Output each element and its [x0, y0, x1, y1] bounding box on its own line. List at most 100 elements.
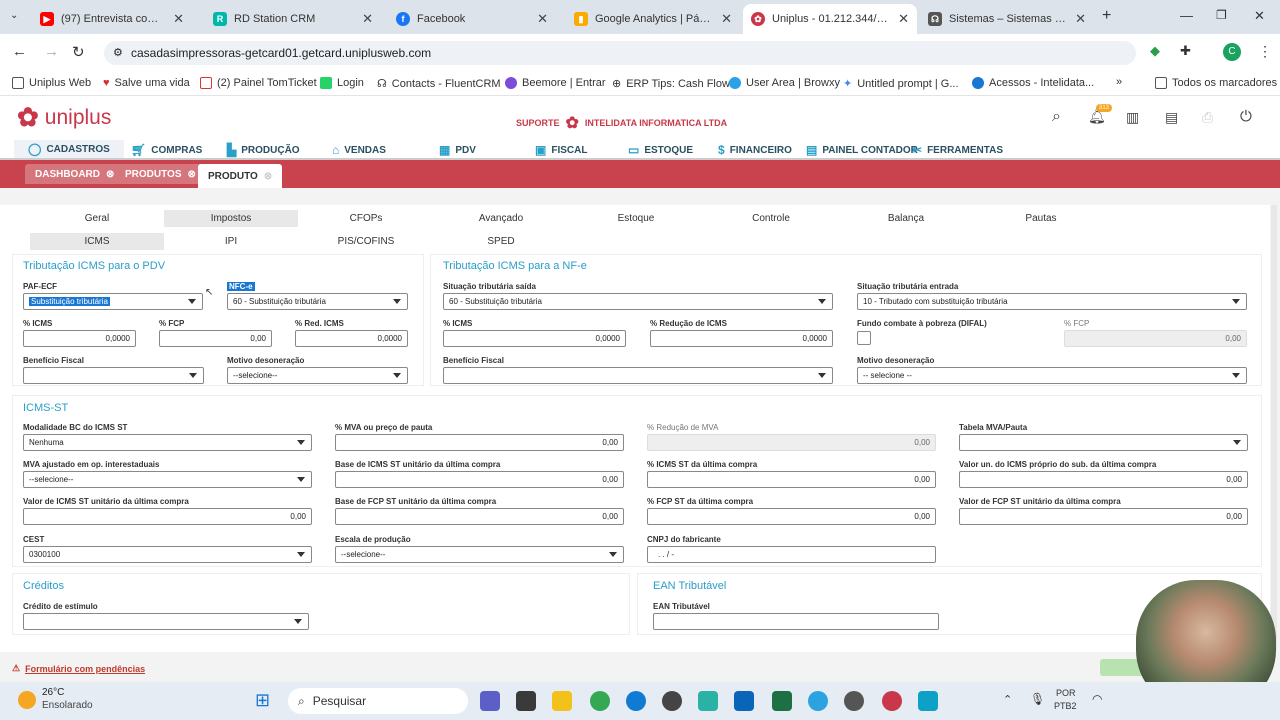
all-bookmarks[interactable]: Todos os marcadores — [1155, 77, 1277, 89]
subtab-pis-cofins[interactable]: PIS/COFINS — [299, 233, 433, 250]
tab-avancado[interactable]: Avançado — [434, 210, 568, 227]
cnpj-input[interactable]: . . / - — [647, 546, 936, 563]
credito-select[interactable] — [23, 613, 309, 630]
browser-tab-uniplus[interactable]: ✿ Uniplus - 01.212.344/0001 ✕ — [743, 4, 917, 34]
dell-icon[interactable] — [844, 691, 864, 711]
store-icon[interactable]: ▤ — [1165, 109, 1178, 126]
browser-tab-rd[interactable]: R RD Station CRM ✕ — [205, 4, 381, 34]
modalidade-select[interactable]: Nenhuma — [23, 434, 312, 451]
tab-estoque[interactable]: Estoque — [569, 210, 703, 227]
menu-vendas[interactable]: ⌂ VENDAS — [332, 143, 386, 157]
extension-icon[interactable]: ◆ — [1150, 43, 1160, 59]
nfe-motivo-select[interactable]: -- selecione -- — [857, 367, 1247, 384]
pdv-icms-input[interactable]: 0,0000 — [23, 330, 136, 347]
scrollbar[interactable] — [1271, 205, 1277, 650]
more-bookmarks-icon[interactable]: » — [1116, 76, 1122, 88]
cest-select[interactable]: 0300100 — [23, 546, 312, 563]
tab-geral[interactable]: Geral — [30, 210, 164, 227]
nfe-red-input[interactable]: 0,0000 — [650, 330, 833, 347]
search-icon[interactable]: ⌕ — [1052, 108, 1061, 126]
tab-produtos[interactable]: PRODUTOS ⊗ — [115, 164, 206, 184]
entrada-select[interactable]: 10 - Tributado com substituição tributár… — [857, 293, 1247, 310]
subtab-ipi[interactable]: IPI — [164, 233, 298, 250]
pdv-motivo-select[interactable]: --selecione-- — [227, 367, 408, 384]
site-info-icon[interactable]: ⚙ — [113, 46, 123, 59]
restore-icon[interactable]: ❐ — [1216, 8, 1227, 22]
basefcp-input[interactable]: 0,00 — [335, 508, 624, 525]
telegram-icon[interactable] — [808, 691, 828, 711]
chart-icon[interactable]: ▥ — [1126, 109, 1139, 126]
lang-primary[interactable]: POR — [1056, 688, 1076, 698]
profile-avatar[interactable]: C — [1223, 43, 1241, 61]
taskbar-search[interactable]: ⌕ Pesquisar — [288, 688, 468, 714]
bookmark-item[interactable]: Login — [320, 77, 364, 89]
fundo-checkbox[interactable] — [857, 331, 871, 345]
nfe-benef-select[interactable] — [443, 367, 833, 384]
bookmark-item[interactable]: ⊕ ERP Tips: Cash Flow — [612, 77, 730, 91]
menu-producao[interactable]: ▙ PRODUÇÃO — [227, 143, 300, 157]
pdv-red-input[interactable]: 0,0000 — [295, 330, 408, 347]
bookmark-item[interactable]: User Area | Browxy — [729, 77, 840, 89]
menu-estoque[interactable]: ▭ ESTOQUE — [628, 143, 693, 157]
tab-impostos[interactable]: Impostos — [164, 210, 298, 227]
valfcp-input[interactable]: 0,00 — [959, 508, 1248, 525]
excel-icon[interactable] — [772, 691, 792, 711]
redmva-input[interactable]: 0,00 — [647, 434, 936, 451]
reload-icon[interactable]: ↻ — [72, 43, 85, 61]
taskview-icon[interactable] — [516, 691, 536, 711]
mic-icon[interactable]: 🎙︎ — [1030, 692, 1045, 706]
menu-fiscal[interactable]: ▣ FISCAL — [535, 143, 587, 157]
chrome-icon[interactable] — [590, 691, 610, 711]
notepad-icon[interactable] — [918, 691, 938, 711]
tab-pautas[interactable]: Pautas — [974, 210, 1108, 227]
close-icon[interactable]: ✕ — [1075, 11, 1086, 27]
tab-controle[interactable]: Controle — [704, 210, 838, 227]
tabela-select[interactable] — [959, 434, 1248, 451]
uniplus-taskbar-icon[interactable] — [882, 691, 902, 711]
new-tab-icon[interactable]: + — [1102, 7, 1111, 25]
bookmark-item[interactable]: Beemore | Entrar — [505, 77, 606, 89]
bookmark-item[interactable]: Uniplus Web — [12, 77, 91, 89]
close-icon[interactable]: ✕ — [362, 11, 373, 27]
close-icon[interactable]: ✕ — [721, 11, 732, 27]
tab-search-icon[interactable]: ⌄ — [10, 10, 18, 21]
browser-tab-youtube[interactable]: ▶(97) Entrevista com Ciro Go✕ — [32, 4, 192, 34]
browser-tab-facebook[interactable]: f Facebook ✕ — [388, 4, 556, 34]
minimize-icon[interactable]: — — [1180, 8, 1193, 23]
tab-dashboard[interactable]: DASHBOARD ⊗ — [25, 164, 125, 184]
power-icon[interactable]: ⏻ — [1240, 108, 1252, 125]
saida-select[interactable]: 60 - Substituição tributária — [443, 293, 833, 310]
windows-start-icon[interactable]: ⊞ — [255, 690, 270, 711]
close-icon[interactable]: ⊗ — [264, 171, 272, 182]
teams-icon[interactable] — [480, 691, 500, 711]
escala-select[interactable]: --selecione-- — [335, 546, 624, 563]
valun-input[interactable]: 0,00 — [959, 471, 1248, 488]
tab-balanca[interactable]: Balança — [839, 210, 973, 227]
tab-produto[interactable]: PRODUTO ⊗ — [198, 164, 283, 188]
forward-icon[interactable]: → — [44, 43, 59, 60]
mva-input[interactable]: 0,00 — [335, 434, 624, 451]
pdv-fcp-input[interactable]: 0,00 — [159, 330, 272, 347]
close-icon[interactable]: ⊗ — [106, 169, 114, 180]
uniplus-logo[interactable]: ✿ uniplus — [17, 102, 111, 133]
bookmark-item[interactable]: (2) Painel TomTicket — [200, 77, 317, 89]
explorer-icon[interactable] — [552, 691, 572, 711]
pending-link[interactable]: ⚠ Formulário com pendências — [12, 663, 145, 674]
outlook-icon[interactable] — [734, 691, 754, 711]
base-input[interactable]: 0,00 — [335, 471, 624, 488]
icmsst-input[interactable]: 0,00 — [647, 471, 936, 488]
subtab-sped[interactable]: SPED — [434, 233, 568, 250]
menu-cadastros[interactable]: ◯ CADASTROS — [14, 140, 124, 158]
ean-input[interactable] — [653, 613, 939, 630]
window-close-icon[interactable]: ✕ — [1254, 8, 1265, 24]
extensions-puzzle-icon[interactable]: ✚ — [1180, 43, 1191, 59]
chevron-up-icon[interactable]: ⌃ — [1003, 693, 1012, 706]
subtab-icms[interactable]: ICMS — [30, 233, 164, 250]
nfe-icms-input[interactable]: 0,0000 — [443, 330, 626, 347]
menu-painel-contador[interactable]: ▤ PAINEL CONTADOR — [806, 143, 918, 157]
lang-secondary[interactable]: PTB2 — [1054, 701, 1077, 711]
edge-icon[interactable] — [626, 691, 646, 711]
nfe-fcp-input[interactable]: 0,00 — [1064, 330, 1247, 347]
menu-pdv[interactable]: ▦ PDV — [439, 143, 476, 157]
browser-tab-sistemas[interactable]: ☊Sistemas – Sistemas para e✕ — [920, 4, 1094, 34]
